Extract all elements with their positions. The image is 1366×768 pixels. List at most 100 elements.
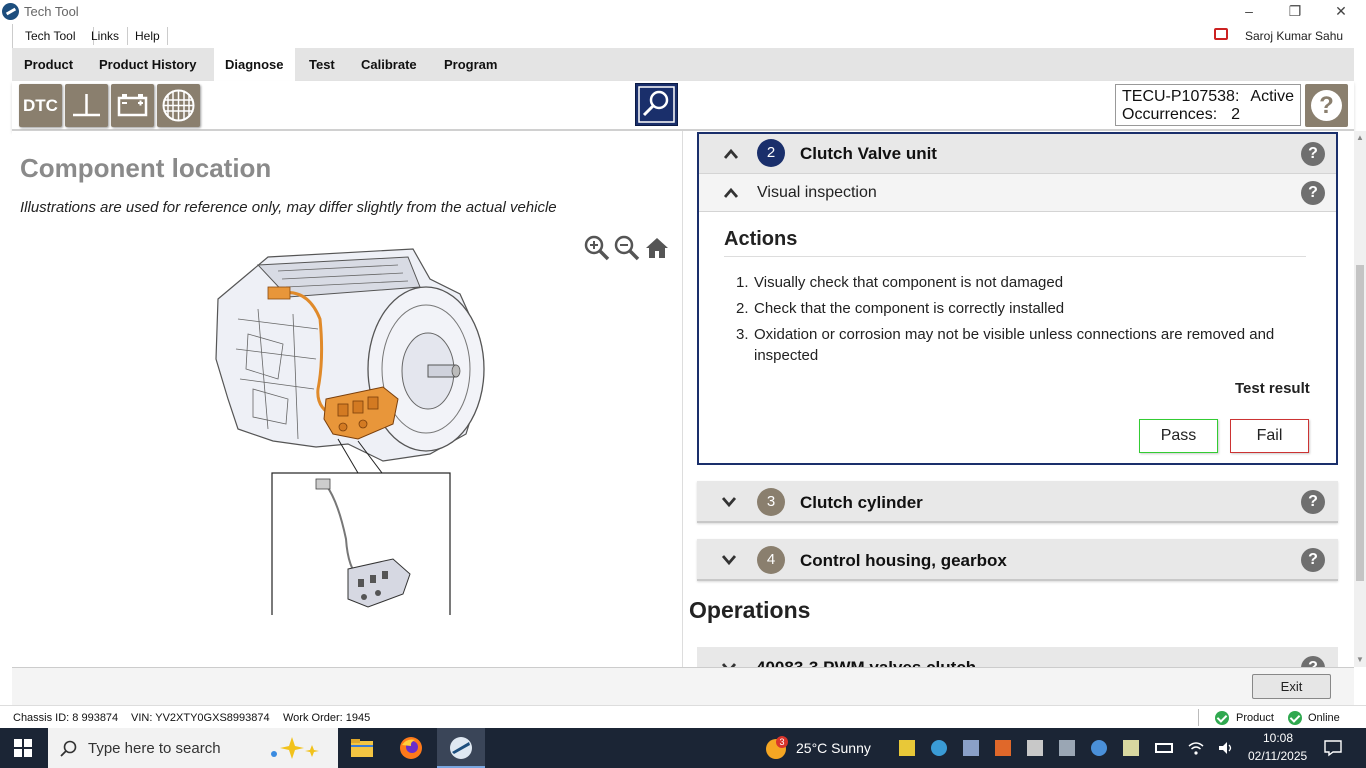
tab-test[interactable]: Test bbox=[298, 48, 346, 81]
clock-date[interactable]: 02/11/2025 bbox=[1248, 749, 1307, 763]
operation-title: 40083-3 PWM valves clutch bbox=[756, 658, 976, 667]
help-button[interactable]: ? bbox=[1305, 84, 1348, 127]
operation-card[interactable]: 40083-3 PWM valves clutch ? bbox=[697, 647, 1338, 667]
clock-time[interactable]: 10:08 bbox=[1263, 731, 1293, 745]
menu-help[interactable]: Help bbox=[135, 29, 160, 43]
tray-security-icon[interactable] bbox=[1027, 740, 1043, 756]
zoom-in-icon[interactable] bbox=[584, 235, 610, 261]
step-number-badge: 2 bbox=[757, 139, 785, 167]
operation-help-icon[interactable]: ? bbox=[1301, 656, 1325, 667]
minimize-button[interactable]: – bbox=[1226, 1, 1272, 23]
scroll-thumb[interactable] bbox=[1356, 265, 1364, 581]
weather-alert-badge: 3 bbox=[776, 736, 788, 748]
scroll-down-icon[interactable]: ▼ bbox=[1355, 655, 1365, 665]
guided-search-button[interactable] bbox=[635, 83, 678, 126]
step-title: Clutch cylinder bbox=[800, 493, 923, 512]
menu-divider bbox=[167, 27, 168, 45]
battery-button[interactable] bbox=[111, 84, 154, 127]
dtc-button[interactable]: DTC bbox=[19, 84, 62, 127]
actions-title: Actions bbox=[724, 228, 798, 250]
firefox-icon[interactable] bbox=[399, 736, 423, 760]
main-tab-bar: Product Product History Diagnose Test Ca… bbox=[12, 48, 1354, 81]
restore-button[interactable]: ❐ bbox=[1272, 1, 1318, 23]
windows-start-icon[interactable] bbox=[14, 739, 32, 757]
chevron-up-icon[interactable] bbox=[724, 147, 738, 161]
file-explorer-icon[interactable] bbox=[350, 736, 374, 760]
speaker-icon[interactable] bbox=[1218, 740, 1234, 756]
tab-product-history[interactable]: Product History bbox=[88, 48, 208, 81]
scroll-up-icon[interactable]: ▲ bbox=[1355, 133, 1365, 143]
windows-taskbar: Type here to search 3 25°C Sunny 10:08 0… bbox=[0, 728, 1366, 768]
work-order: Work Order: 1945 bbox=[283, 712, 371, 724]
online-ok-icon bbox=[1288, 711, 1302, 725]
tab-program[interactable]: Program bbox=[433, 48, 508, 81]
zoom-out-icon[interactable] bbox=[614, 235, 640, 261]
window-title: Tech Tool bbox=[24, 4, 79, 19]
product-status: Product bbox=[1236, 712, 1274, 724]
step-number-badge: 4 bbox=[757, 546, 785, 574]
title-bar: Tech Tool – ❐ ✕ bbox=[0, 0, 1366, 24]
tray-settings-icon[interactable] bbox=[963, 740, 979, 756]
battery-icon[interactable] bbox=[1155, 743, 1173, 753]
tray-network-app-icon[interactable] bbox=[1091, 740, 1107, 756]
user-logout-icon[interactable] bbox=[1214, 28, 1228, 40]
search-icon bbox=[60, 740, 77, 757]
chevron-down-icon[interactable] bbox=[722, 495, 736, 509]
tab-calibrate[interactable]: Calibrate bbox=[350, 48, 428, 81]
pass-button[interactable]: Pass bbox=[1139, 419, 1218, 453]
tray-app-icon[interactable] bbox=[995, 740, 1011, 756]
substep-header-visual-inspection[interactable]: Visual inspection ? bbox=[699, 174, 1336, 212]
menu-links[interactable]: Links bbox=[91, 29, 119, 43]
operations-title: Operations bbox=[689, 597, 811, 623]
bottom-action-bar: Exit bbox=[12, 667, 1354, 705]
ground-icon bbox=[73, 94, 100, 117]
step-card-control-housing[interactable]: 4 Control housing, gearbox ? bbox=[697, 539, 1338, 581]
home-view-icon[interactable] bbox=[644, 235, 670, 261]
occurrences-label: Occurrences: bbox=[1122, 106, 1218, 123]
step-help-icon[interactable]: ? bbox=[1301, 142, 1325, 166]
user-name: Saroj Kumar Sahu bbox=[1245, 29, 1344, 43]
tray-chrome-icon[interactable] bbox=[931, 740, 947, 756]
taskbar-search-box[interactable]: Type here to search bbox=[48, 728, 338, 768]
status-bar: Chassis ID: 8 993874 VIN: YV2XTY0GXS8993… bbox=[0, 705, 1366, 728]
globe-grid-icon bbox=[162, 89, 195, 122]
tray-display-icon[interactable] bbox=[1059, 740, 1075, 756]
chassis-id: Chassis ID: 8 993874 bbox=[13, 712, 119, 724]
tab-diagnose[interactable]: Diagnose bbox=[214, 48, 295, 81]
step-card-clutch-cylinder[interactable]: 3 Clutch cylinder ? bbox=[697, 481, 1338, 523]
occurrences-value: 2 bbox=[1231, 106, 1241, 123]
toolbar: DTC TECU-P107538: Active Occurrences: 2 ? bbox=[12, 81, 1354, 131]
exit-button[interactable]: Exit bbox=[1252, 674, 1331, 699]
step-header-clutch-valve-unit[interactable]: 2 Clutch Valve unit ? bbox=[699, 134, 1336, 174]
actions-list: 1. Visually check that component is not d… bbox=[736, 272, 1316, 371]
status-divider bbox=[1198, 709, 1199, 726]
step-help-icon[interactable]: ? bbox=[1301, 548, 1325, 572]
fail-button[interactable]: Fail bbox=[1230, 419, 1309, 453]
tecu-code: TECU-P107538: bbox=[1122, 88, 1240, 105]
substep-help-icon[interactable]: ? bbox=[1301, 181, 1325, 205]
tray-signal-icon[interactable] bbox=[1123, 740, 1139, 756]
right-panel-scrollbar[interactable]: ▲ ▼ bbox=[1354, 131, 1366, 667]
component-location-panel: Component location Illustrations are use… bbox=[12, 131, 683, 667]
wifi-icon[interactable] bbox=[1188, 740, 1204, 756]
chevron-down-icon[interactable] bbox=[722, 553, 736, 567]
step-title: Control housing, gearbox bbox=[800, 551, 1007, 570]
tab-product[interactable]: Product bbox=[13, 48, 84, 81]
tech-tool-taskbar-button[interactable] bbox=[437, 728, 485, 768]
test-result-label: Test result bbox=[1235, 380, 1310, 397]
network-button[interactable] bbox=[157, 84, 200, 127]
close-button[interactable]: ✕ bbox=[1318, 1, 1364, 23]
actions-divider bbox=[724, 256, 1306, 257]
step-help-icon[interactable]: ? bbox=[1301, 490, 1325, 514]
menu-tech-tool[interactable]: Tech Tool bbox=[25, 29, 75, 43]
chevron-up-icon[interactable] bbox=[724, 186, 738, 200]
magnifier-icon bbox=[638, 86, 675, 123]
tray-app-icon[interactable] bbox=[899, 740, 915, 756]
ground-button[interactable] bbox=[65, 84, 108, 127]
menu-divider bbox=[127, 27, 128, 45]
notifications-icon[interactable] bbox=[1324, 739, 1342, 757]
diagnostic-steps-panel: 2 Clutch Valve unit ? Visual inspection … bbox=[689, 131, 1354, 667]
gearbox-illustration bbox=[215, 248, 485, 615]
weather-text[interactable]: 25°C Sunny bbox=[796, 740, 871, 756]
main-content: Component location Illustrations are use… bbox=[12, 131, 1366, 667]
